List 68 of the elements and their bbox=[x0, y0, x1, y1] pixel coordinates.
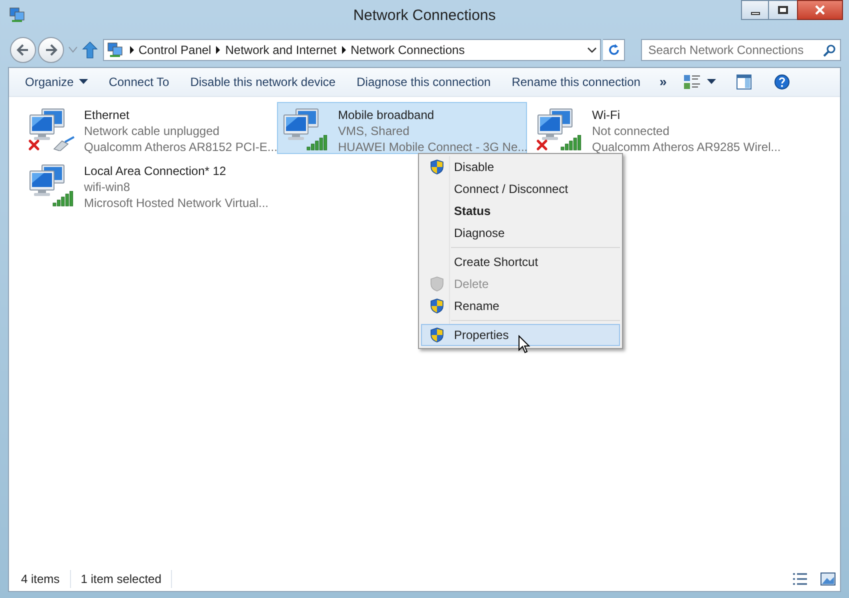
connection-name: Mobile broadband bbox=[338, 107, 436, 123]
menu-item[interactable]: Properties bbox=[421, 324, 620, 346]
toolbar-button[interactable]: Organize bbox=[17, 68, 96, 96]
adapter-name: Qualcomm Atheros AR9285 Wirel... bbox=[592, 139, 781, 155]
error-cross-icon bbox=[536, 139, 548, 151]
app-icon bbox=[9, 7, 25, 23]
toolbar-button[interactable]: Connect To bbox=[100, 68, 178, 96]
close-button[interactable] bbox=[797, 0, 843, 20]
more-commands-button[interactable]: » bbox=[653, 72, 673, 92]
minimize-button[interactable] bbox=[741, 0, 769, 20]
cable-icon bbox=[52, 135, 76, 151]
menu-item[interactable]: Disable bbox=[421, 156, 620, 178]
error-cross-icon bbox=[28, 139, 40, 151]
connection-name: Local Area Connection* 12 bbox=[84, 163, 228, 179]
control-panel-icon bbox=[106, 42, 123, 58]
view-options-icon[interactable] bbox=[682, 74, 701, 90]
adapter-name: HUAWEI Mobile Connect - 3G Ne... bbox=[338, 139, 528, 155]
signal-bars-icon bbox=[560, 135, 582, 151]
forward-button[interactable] bbox=[38, 37, 64, 63]
forward-arrow-icon bbox=[44, 44, 58, 56]
caret-icon[interactable] bbox=[706, 79, 716, 85]
dropdown-icon[interactable] bbox=[586, 46, 598, 54]
shield-icon bbox=[430, 298, 444, 314]
breadcrumb[interactable]: Network Connections bbox=[350, 41, 466, 59]
shield-icon bbox=[430, 159, 444, 175]
shield-icon bbox=[430, 327, 444, 343]
address-bar[interactable]: Control Panel Network and Internet Network Connections bbox=[102, 39, 602, 61]
preview-pane-icon[interactable] bbox=[736, 74, 752, 90]
connection-status: wifi-win8 bbox=[84, 179, 132, 195]
adapter-name: Microsoft Hosted Network Virtual... bbox=[84, 195, 269, 211]
item-count: 4 items bbox=[21, 570, 71, 588]
breadcrumb[interactable]: Network and Internet bbox=[224, 41, 338, 59]
help-icon[interactable] bbox=[774, 74, 790, 90]
back-arrow-icon bbox=[16, 44, 30, 56]
breadcrumb[interactable]: Control Panel bbox=[138, 41, 212, 59]
connection-name: Wi-Fi bbox=[592, 107, 621, 123]
menu-item[interactable]: Diagnose bbox=[421, 222, 620, 244]
search-field[interactable]: Search Network Connections bbox=[641, 39, 841, 61]
menu-item[interactable]: Create Shortcut bbox=[421, 251, 620, 273]
adapter-name: Qualcomm Atheros AR8152 PCI-E... bbox=[84, 139, 278, 155]
menu-item[interactable]: Status bbox=[421, 200, 620, 222]
selection-count: 1 item selected bbox=[70, 570, 172, 588]
signal-bars-icon bbox=[306, 135, 328, 151]
signal-bars-icon bbox=[52, 191, 74, 207]
large-icons-view-icon[interactable] bbox=[820, 572, 836, 586]
menu-item[interactable]: Connect / Disconnect bbox=[421, 178, 620, 200]
refresh-icon bbox=[608, 44, 620, 56]
connection-status: VMS, Shared bbox=[338, 123, 410, 139]
toolbar-button[interactable]: Disable this network device bbox=[182, 68, 344, 96]
mouse-cursor-icon bbox=[518, 335, 530, 354]
connection-status: Not connected bbox=[592, 123, 670, 139]
refresh-button[interactable] bbox=[603, 39, 626, 61]
window-title: Network Connections bbox=[353, 6, 496, 26]
connection-item[interactable]: Wi-Fi Not connected Qualcomm Atheros AR9285 Wirel... bbox=[531, 102, 781, 154]
menu-item[interactable]: Rename bbox=[421, 295, 620, 317]
connection-name: Ethernet bbox=[84, 107, 130, 123]
toolbar-button[interactable]: Rename this connection bbox=[504, 68, 648, 96]
search-icon bbox=[822, 44, 836, 56]
maximize-button[interactable] bbox=[769, 0, 797, 20]
details-view-icon[interactable] bbox=[792, 572, 808, 586]
close-icon bbox=[815, 5, 825, 15]
connection-item[interactable]: Mobile broadband VMS, Shared HUAWEI Mobile Connect - 3G Ne... bbox=[277, 102, 527, 154]
up-arrow-icon[interactable] bbox=[82, 41, 98, 59]
back-button[interactable] bbox=[10, 37, 36, 63]
toolbar-button[interactable]: Diagnose this connection bbox=[348, 68, 499, 96]
connection-status: Network cable unplugged bbox=[84, 123, 220, 139]
connection-item[interactable]: Local Area Connection* 12 wifi-win8 Microsoft Hosted Network Virtual... bbox=[23, 158, 273, 210]
shield-icon bbox=[430, 276, 444, 292]
